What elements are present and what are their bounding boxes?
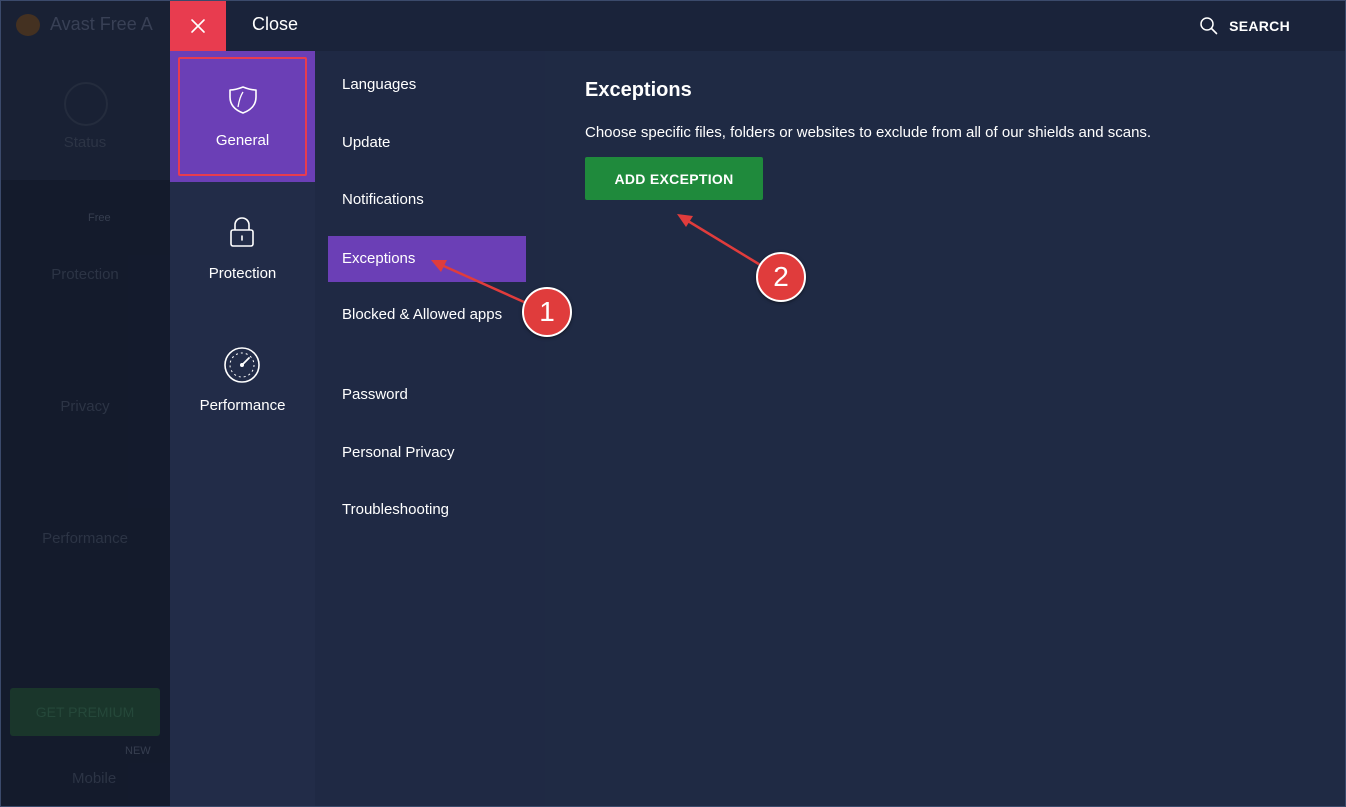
add-exception-button[interactable]: ADD EXCEPTION (585, 157, 763, 200)
settings-panel: Close SEARCH General Protection Performa… (170, 0, 1346, 807)
submenu-password[interactable]: Password (328, 384, 526, 406)
submenu-troubleshooting[interactable]: Troubleshooting (328, 499, 526, 521)
submenu-exceptions[interactable]: Exceptions (328, 236, 526, 282)
category-label: Protection (208, 265, 277, 282)
page-description: Choose specific files, folders or websit… (585, 124, 1152, 141)
category-performance[interactable]: Performance (170, 321, 315, 451)
background-nav-protection: Protection (51, 266, 119, 283)
background-free-badge: Free (88, 212, 111, 224)
submenu-update[interactable]: Update (328, 132, 526, 154)
page-title: Exceptions (585, 79, 692, 101)
settings-submenu: Languages Update Notifications Exception… (315, 51, 545, 807)
category-label: General (215, 132, 270, 149)
submenu-personal-privacy[interactable]: Personal Privacy (328, 442, 526, 464)
lock-icon (230, 217, 254, 247)
background-new-badge: NEW (125, 745, 151, 757)
background-app-title: Avast Free A (16, 14, 153, 37)
category-protection[interactable]: Protection (170, 191, 315, 311)
submenu-blocked-allowed-apps[interactable]: Blocked & Allowed apps (328, 304, 508, 326)
close-label[interactable]: Close (252, 14, 298, 35)
background-nav-performance: Performance (42, 530, 128, 547)
background-upgrade-button: GET PREMIUM (10, 688, 160, 736)
category-label: Performance (199, 397, 286, 414)
settings-categories: General Protection Performance (170, 51, 315, 807)
speedometer-icon (224, 347, 260, 383)
submenu-languages[interactable]: Languages (328, 74, 526, 96)
background-app: Avast Free A Status Free Protection Priv… (0, 0, 170, 807)
settings-topbar: Close SEARCH (170, 0, 1346, 51)
submenu-exceptions-label: Exceptions (342, 250, 416, 267)
background-nav-mobile: Mobile (72, 770, 117, 787)
category-general[interactable]: General (170, 51, 315, 182)
search-label: SEARCH (1229, 18, 1290, 34)
annotation-badge-2: 2 (756, 252, 806, 302)
search-icon (1200, 17, 1218, 35)
background-nav-status: Status (63, 134, 107, 151)
close-button[interactable] (170, 0, 226, 51)
background-nav-privacy: Privacy (60, 398, 110, 415)
submenu-notifications[interactable]: Notifications (328, 189, 526, 211)
shield-icon (229, 86, 257, 114)
search-button[interactable]: SEARCH (1199, 16, 1290, 36)
status-icon (64, 82, 108, 126)
avast-logo-icon (16, 14, 40, 37)
annotation-badge-1: 1 (522, 287, 572, 337)
close-icon (191, 18, 205, 33)
exceptions-content: Exceptions Choose specific files, folder… (545, 51, 1346, 807)
